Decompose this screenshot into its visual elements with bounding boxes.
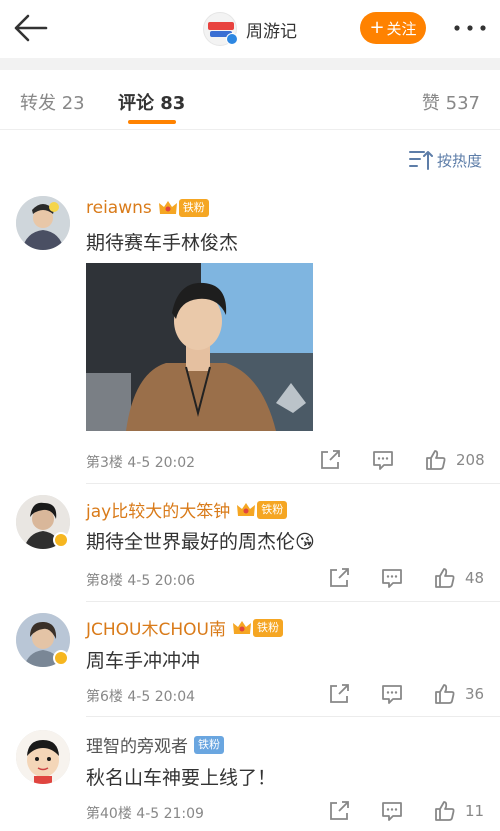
comment-reply-icon[interactable] [380, 799, 404, 827]
crown-icon [232, 619, 252, 637]
fan-badge: 铁粉 [178, 199, 209, 217]
fan-badge: 铁粉 [257, 500, 288, 519]
like-thumb-icon[interactable] [433, 566, 457, 594]
repost-icon[interactable] [327, 682, 351, 710]
comment-text: 期待赛车手林俊杰 [86, 232, 239, 254]
comment-image[interactable] [86, 263, 313, 431]
section-divider [0, 58, 500, 70]
comment-text: 期待全世界最好的周杰伦😘 [86, 531, 315, 553]
tab-like[interactable]: 赞 537 [422, 89, 480, 115]
comment-actions: 11 [327, 799, 497, 825]
like-count: 208 [456, 451, 485, 469]
follow-label: 关注 [386, 19, 417, 38]
comment-meta: 第8楼 4-5 20:06 [86, 570, 195, 590]
comment-actions: 36 [327, 682, 497, 708]
comment-time: 4-5 20:06 [127, 573, 196, 589]
tab-repost[interactable]: 转发 23 [20, 89, 85, 115]
back-arrow-icon[interactable] [10, 10, 50, 46]
repost-icon[interactable] [327, 566, 351, 594]
like-thumb-icon[interactable] [433, 682, 457, 710]
account-name[interactable]: 周游记 [246, 17, 297, 42]
fan-badge: 铁粉 [252, 618, 283, 637]
sort-label: 按热度 [436, 151, 482, 170]
sort-by-hot-button[interactable]: 按热度 [408, 148, 482, 172]
comment-divider [86, 483, 500, 484]
verified-badge-icon [53, 532, 69, 548]
comment-reply-icon[interactable] [380, 566, 404, 594]
comment-text: 周车手冲冲冲 [86, 650, 201, 672]
floor-number: 第40楼 [86, 806, 132, 822]
username-text: jay比较大的大笨钟 [86, 502, 231, 522]
follow-button[interactable]: + 关注 [360, 12, 426, 44]
repost-icon[interactable] [318, 448, 342, 476]
sort-icon [408, 151, 433, 170]
comment-time: 4-5 20:02 [127, 455, 196, 471]
comment-meta: 第6楼 4-5 20:04 [86, 686, 195, 706]
fan-badge: 铁粉 [194, 735, 224, 754]
like-count: 48 [465, 569, 485, 587]
comment-divider [86, 716, 500, 717]
tab-active-indicator [128, 120, 176, 124]
repost-icon[interactable] [327, 799, 351, 827]
like-count: 36 [465, 685, 485, 703]
crown-icon [158, 199, 178, 217]
floor-number: 第3楼 [86, 455, 123, 471]
avatar[interactable] [16, 730, 70, 784]
avatar[interactable] [16, 196, 70, 250]
comment-username[interactable]: JCHOU木CHOU南 铁粉 [86, 615, 283, 640]
comment-reply-icon[interactable] [380, 682, 404, 710]
tab-comment[interactable]: 评论 83 [118, 89, 185, 115]
verified-badge-icon [53, 650, 69, 666]
floor-number: 第6楼 [86, 689, 123, 705]
username-text: JCHOU木CHOU南 [86, 620, 226, 640]
crown-icon [236, 501, 256, 519]
comment-time: 4-5 21:09 [136, 806, 204, 822]
comment-username[interactable]: 理智的旁观者 铁粉 [86, 732, 224, 757]
like-count: 11 [465, 802, 485, 820]
comment-username[interactable]: jay比较大的大笨钟 铁粉 [86, 497, 288, 522]
comment-actions: 208 [318, 448, 488, 474]
comment-text: 秋名山车神要上线了！ [86, 767, 277, 789]
account-header[interactable]: 周游记 [203, 12, 297, 46]
more-dots-icon[interactable] [450, 18, 490, 38]
verified-badge-icon [226, 33, 238, 45]
floor-number: 第8楼 [86, 573, 123, 589]
username-text: reiawns [86, 198, 152, 218]
comment-meta: 第40楼 4-5 21:09 [86, 803, 204, 823]
top-bar: 周游记 + 关注 [0, 0, 500, 58]
like-thumb-icon[interactable] [424, 448, 448, 476]
comment-actions: 48 [327, 566, 497, 592]
tab-bar: 转发 23 评论 83 赞 537 [0, 70, 500, 130]
comment-time: 4-5 20:04 [127, 689, 196, 705]
like-thumb-icon[interactable] [433, 799, 457, 827]
comment-divider [86, 601, 500, 602]
comment-username[interactable]: reiawns 铁粉 [86, 198, 209, 218]
comment-meta: 第3楼 4-5 20:02 [86, 452, 195, 472]
comment-reply-icon[interactable] [371, 448, 395, 476]
username-text: 理智的旁观者 [86, 737, 188, 757]
